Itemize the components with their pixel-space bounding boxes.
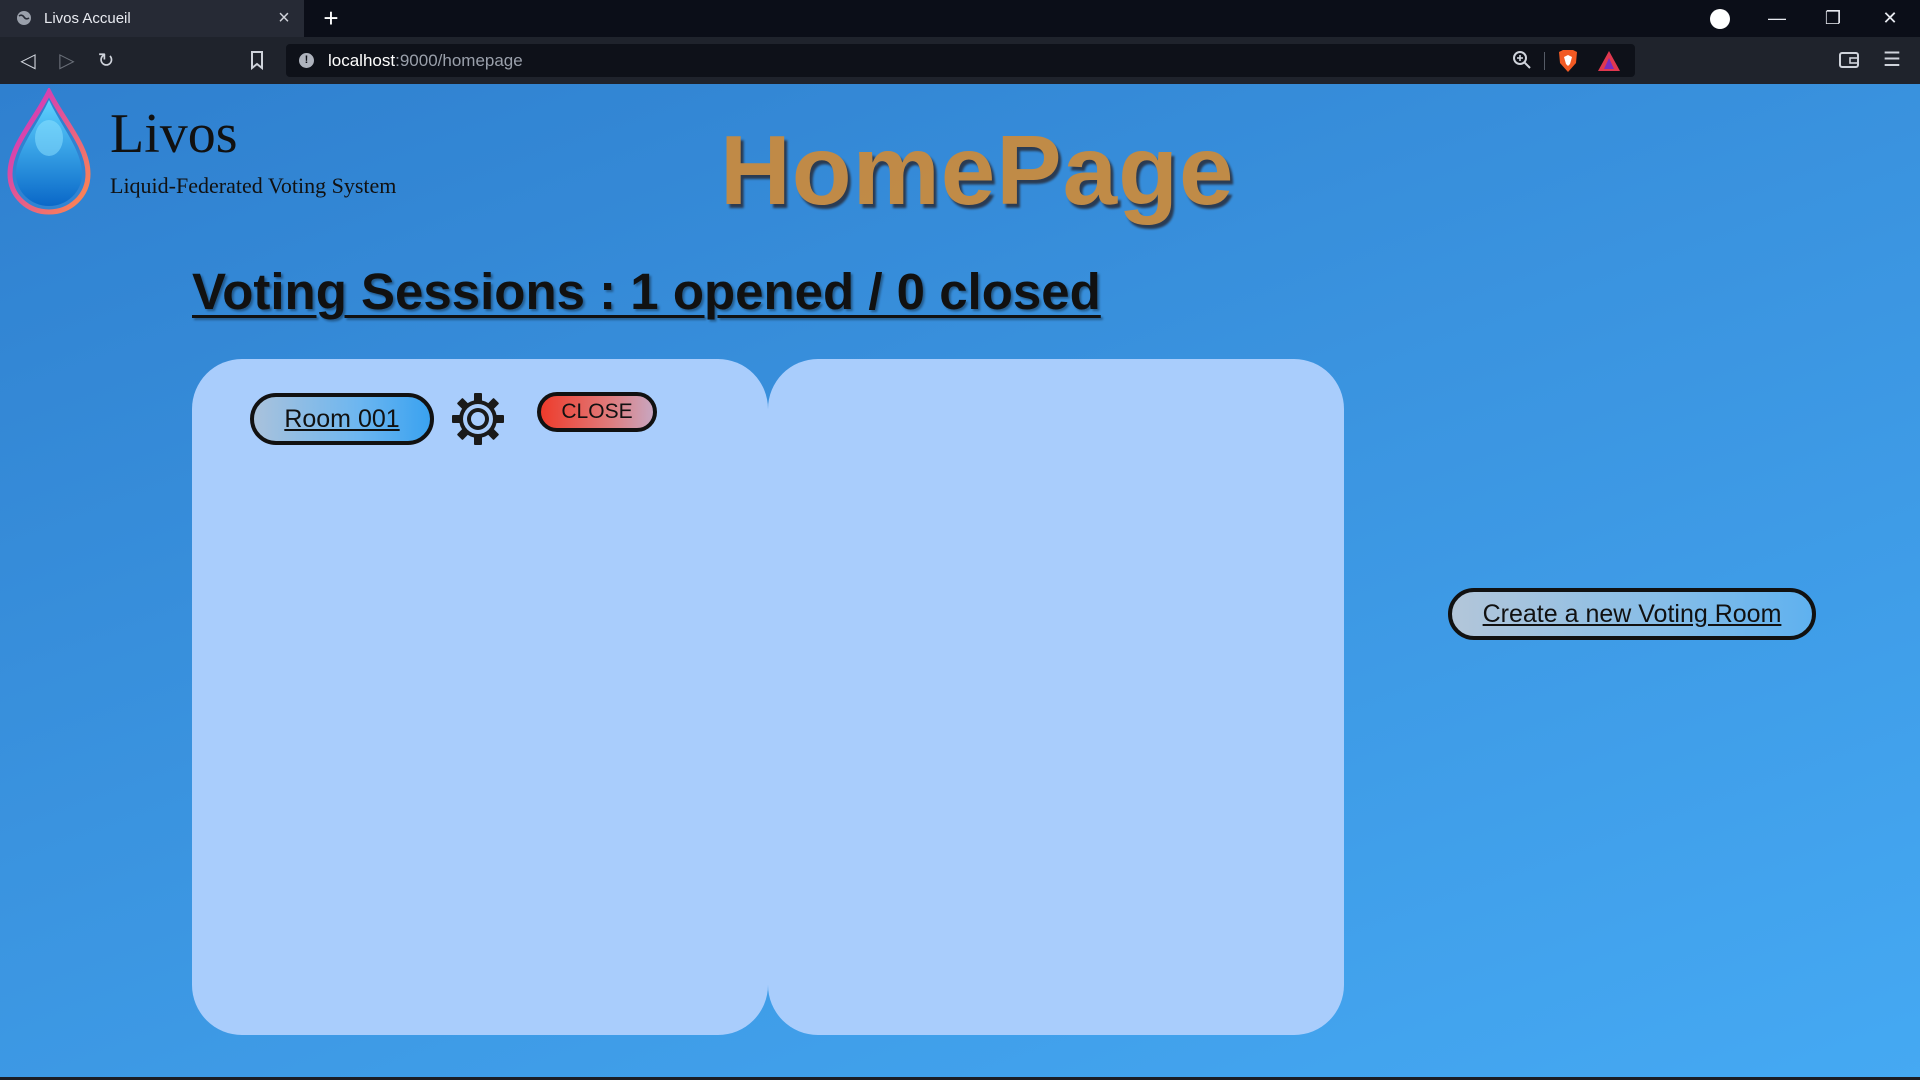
rewards-icon[interactable]	[1597, 50, 1621, 72]
page-title: HomePage	[720, 115, 1235, 225]
new-tab-icon[interactable]: +	[318, 5, 344, 31]
minimize-icon[interactable]: —	[1751, 0, 1803, 37]
url-divider	[1544, 52, 1545, 70]
menu-icon[interactable]: ☰	[1880, 46, 1904, 74]
browser-tab[interactable]: Livos Accueil ×	[0, 0, 304, 37]
info-icon[interactable]: !	[299, 53, 314, 68]
wallet-icon[interactable]	[1838, 50, 1860, 70]
back-icon[interactable]: ◁	[14, 47, 42, 75]
page: Livos Liquid-Federated Voting System Hom…	[0, 84, 1920, 1080]
sessions-heading: Voting Sessions : 1 opened / 0 closed	[192, 263, 1101, 320]
closed-sessions-panel	[768, 359, 1344, 1035]
url-text[interactable]: localhost:9000/homepage	[328, 51, 523, 71]
logo-name: Livos	[110, 103, 238, 165]
room-button[interactable]: Room 001	[250, 393, 434, 445]
tab-close-icon[interactable]: ×	[272, 6, 296, 30]
forward-icon[interactable]: ▷	[53, 47, 81, 75]
address-bar[interactable]: ! localhost:9000/homepage	[286, 44, 1635, 77]
create-voting-room-button[interactable]: Create a new Voting Room	[1448, 588, 1816, 640]
bookmark-icon[interactable]	[248, 50, 266, 70]
gear-icon[interactable]	[450, 391, 506, 447]
browser-tab-bar: Livos Accueil × + — ❐ ✕	[0, 0, 1920, 37]
reload-icon[interactable]: ↻	[92, 47, 120, 75]
water-drop-icon	[7, 88, 91, 215]
logo-tagline: Liquid-Federated Voting System	[110, 173, 397, 198]
download-icon[interactable]	[1710, 9, 1730, 29]
brave-shield-icon[interactable]	[1557, 49, 1579, 73]
tab-title: Livos Accueil	[44, 10, 131, 27]
close-room-button[interactable]: CLOSE	[537, 392, 657, 432]
open-sessions-panel: Room 001 CLOSE	[192, 359, 768, 1035]
globe-icon	[17, 11, 31, 25]
zoom-icon[interactable]	[1512, 50, 1532, 70]
restore-icon[interactable]: ❐	[1807, 0, 1859, 37]
window-close-icon[interactable]: ✕	[1864, 0, 1916, 37]
